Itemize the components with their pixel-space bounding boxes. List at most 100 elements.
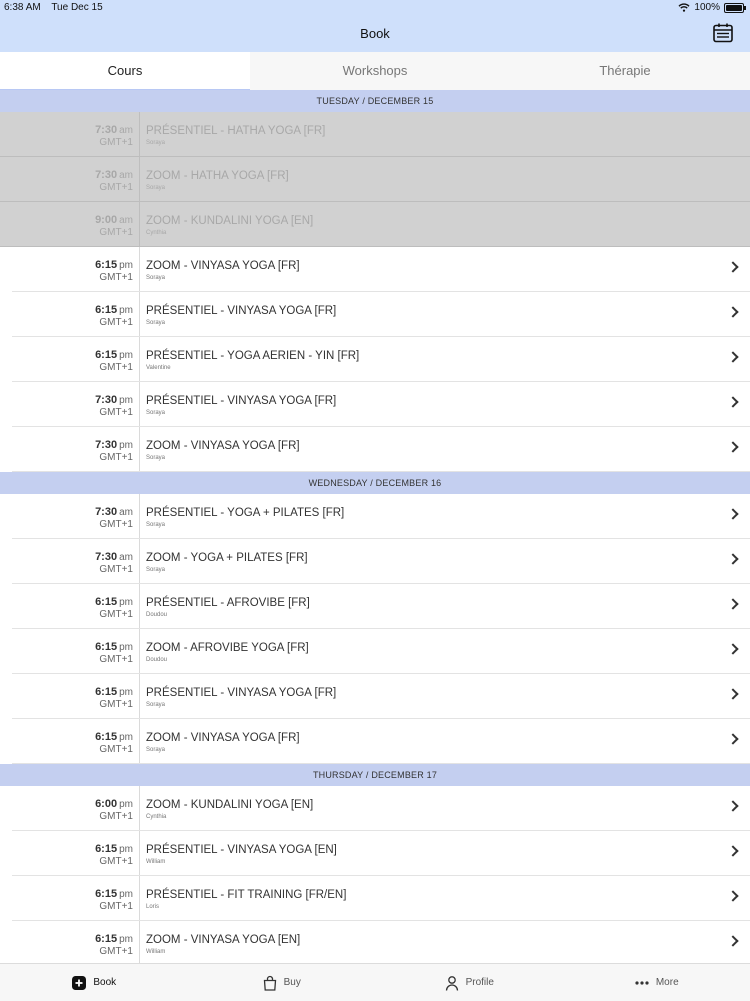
person-icon	[444, 975, 460, 991]
wifi-icon	[678, 3, 690, 12]
class-time: 7:30am	[50, 169, 133, 182]
class-time: 7:30am	[50, 551, 133, 564]
class-time: 9:00am	[50, 214, 133, 227]
class-teacher: Doudou	[146, 657, 167, 663]
class-row[interactable]: 6:15pmGMT+1PRÉSENTIEL - VINYASA YOGA [FR…	[0, 674, 750, 719]
class-time-ampm: am	[119, 215, 133, 226]
tabbar-label: Profile	[466, 977, 494, 988]
class-row[interactable]: 7:30pmGMT+1PRÉSENTIEL - VINYASA YOGA [FR…	[0, 382, 750, 427]
class-row[interactable]: 6:15pmGMT+1PRÉSENTIEL - FIT TRAINING [FR…	[0, 876, 750, 921]
class-time-ampm: pm	[119, 889, 133, 900]
class-teacher: Soraya	[146, 702, 165, 708]
class-teacher: Soraya	[146, 410, 165, 416]
class-time-value: 6:15	[95, 888, 117, 900]
class-schedule-list[interactable]: TUESDAY / DECEMBER 157:30amGMT+1PRÉSENTI…	[0, 90, 750, 963]
row-separator	[139, 629, 140, 674]
row-separator	[139, 382, 140, 427]
class-time-ampm: pm	[119, 260, 133, 271]
class-timezone: GMT+1	[50, 946, 133, 957]
class-row[interactable]: 6:15pmGMT+1ZOOM - VINYASA YOGA [EN]Willi…	[0, 921, 750, 963]
row-separator	[139, 427, 140, 472]
class-time-value: 6:15	[95, 731, 117, 743]
tabbar-item-more[interactable]: More	[563, 964, 750, 1001]
class-teacher: Doudou	[146, 612, 167, 618]
class-time-ampm: am	[119, 552, 133, 563]
class-row[interactable]: 6:00pmGMT+1ZOOM - KUNDALINI YOGA [EN]Cyn…	[0, 786, 750, 831]
class-time-value: 7:30	[95, 394, 117, 406]
battery-icon	[724, 3, 744, 13]
class-name: PRÉSENTIEL - VINYASA YOGA [FR]	[146, 687, 336, 699]
class-time-ampm: pm	[119, 732, 133, 743]
tabbar-item-buy[interactable]: Buy	[188, 964, 376, 1001]
class-teacher: Soraya	[146, 522, 165, 528]
chevron-right-icon	[727, 508, 738, 519]
class-timezone: GMT+1	[50, 272, 133, 283]
chevron-right-icon	[727, 890, 738, 901]
row-separator	[139, 584, 140, 629]
class-time: 6:15pm	[50, 641, 133, 654]
class-row[interactable]: 6:15pmGMT+1ZOOM - VINYASA YOGA [FR]Soray…	[0, 719, 750, 764]
tabbar-label: Book	[93, 977, 116, 988]
class-row[interactable]: 6:15pmGMT+1PRÉSENTIEL - AFROVIBE [FR]Dou…	[0, 584, 750, 629]
class-name: ZOOM - VINYASA YOGA [EN]	[146, 934, 300, 946]
class-row[interactable]: 7:30pmGMT+1ZOOM - VINYASA YOGA [FR]Soray…	[0, 427, 750, 472]
class-time: 6:00pm	[50, 798, 133, 811]
tab-cours[interactable]: Cours	[0, 52, 250, 90]
class-time: 7:30pm	[50, 394, 133, 407]
class-row[interactable]: 6:15pmGMT+1PRÉSENTIEL - VINYASA YOGA [EN…	[0, 831, 750, 876]
class-time: 6:15pm	[50, 686, 133, 699]
ellipsis-icon-svg	[634, 975, 650, 991]
class-name: PRÉSENTIEL - AFROVIBE [FR]	[146, 597, 310, 609]
class-time: 6:15pm	[50, 731, 133, 744]
class-time-value: 6:15	[95, 259, 117, 271]
chevron-right-icon	[727, 261, 738, 272]
class-timezone: GMT+1	[50, 407, 133, 418]
class-row[interactable]: 6:15pmGMT+1ZOOM - AFROVIBE YOGA [FR]Doud…	[0, 629, 750, 674]
class-timezone: GMT+1	[50, 452, 133, 463]
class-row: 7:30amGMT+1ZOOM - HATHA YOGA [FR]Soraya	[0, 157, 750, 202]
class-teacher: Valentine	[146, 365, 171, 371]
class-name: ZOOM - VINYASA YOGA [FR]	[146, 732, 300, 744]
class-time: 6:15pm	[50, 933, 133, 946]
tab-workshops[interactable]: Workshops	[250, 52, 500, 90]
class-time: 6:15pm	[50, 596, 133, 609]
class-row[interactable]: 7:30amGMT+1ZOOM - YOGA + PILATES [FR]Sor…	[0, 539, 750, 584]
tab-therapie[interactable]: Thérapie	[500, 52, 750, 90]
class-name: ZOOM - KUNDALINI YOGA [EN]	[146, 215, 313, 227]
class-row[interactable]: 6:15pmGMT+1PRÉSENTIEL - YOGA AERIEN - YI…	[0, 337, 750, 382]
bottom-tab-bar: Book Buy Profile More	[0, 963, 750, 1001]
plus-square-icon	[71, 975, 87, 991]
chevron-right-icon	[727, 598, 738, 609]
class-timezone: GMT+1	[50, 227, 133, 238]
class-time-value: 7:30	[95, 439, 117, 451]
class-teacher: Cynthia	[146, 814, 166, 820]
status-time: 6:38 AM	[4, 2, 41, 13]
class-name: PRÉSENTIEL - VINYASA YOGA [FR]	[146, 305, 336, 317]
row-separator	[139, 831, 140, 876]
calendar-icon[interactable]	[712, 22, 734, 44]
class-time-value: 6:15	[95, 641, 117, 653]
class-row: 7:30amGMT+1PRÉSENTIEL - HATHA YOGA [FR]S…	[0, 112, 750, 157]
row-separator	[139, 157, 140, 202]
class-time-value: 7:30	[95, 169, 117, 181]
class-timezone: GMT+1	[50, 744, 133, 755]
chevron-right-icon	[727, 800, 738, 811]
chevron-right-icon	[727, 733, 738, 744]
status-date: Tue Dec 15	[51, 2, 102, 13]
class-name: ZOOM - KUNDALINI YOGA [EN]	[146, 799, 313, 811]
class-row[interactable]: 7:30amGMT+1PRÉSENTIEL - YOGA + PILATES […	[0, 494, 750, 539]
segment-tabs: Cours Workshops Thérapie	[0, 52, 750, 91]
chevron-right-icon	[727, 351, 738, 362]
class-time-value: 6:15	[95, 304, 117, 316]
class-row[interactable]: 6:15pmGMT+1ZOOM - VINYASA YOGA [FR]Soray…	[0, 247, 750, 292]
class-row[interactable]: 6:15pmGMT+1PRÉSENTIEL - VINYASA YOGA [FR…	[0, 292, 750, 337]
tabbar-label: More	[656, 977, 679, 988]
tabbar-item-profile[interactable]: Profile	[375, 964, 563, 1001]
class-time-ampm: pm	[119, 799, 133, 810]
class-time-ampm: pm	[119, 687, 133, 698]
page-title: Book	[360, 26, 390, 41]
class-time: 7:30pm	[50, 439, 133, 452]
class-time: 7:30am	[50, 124, 133, 137]
tabbar-item-book[interactable]: Book	[0, 964, 188, 1001]
class-time-value: 9:00	[95, 214, 117, 226]
